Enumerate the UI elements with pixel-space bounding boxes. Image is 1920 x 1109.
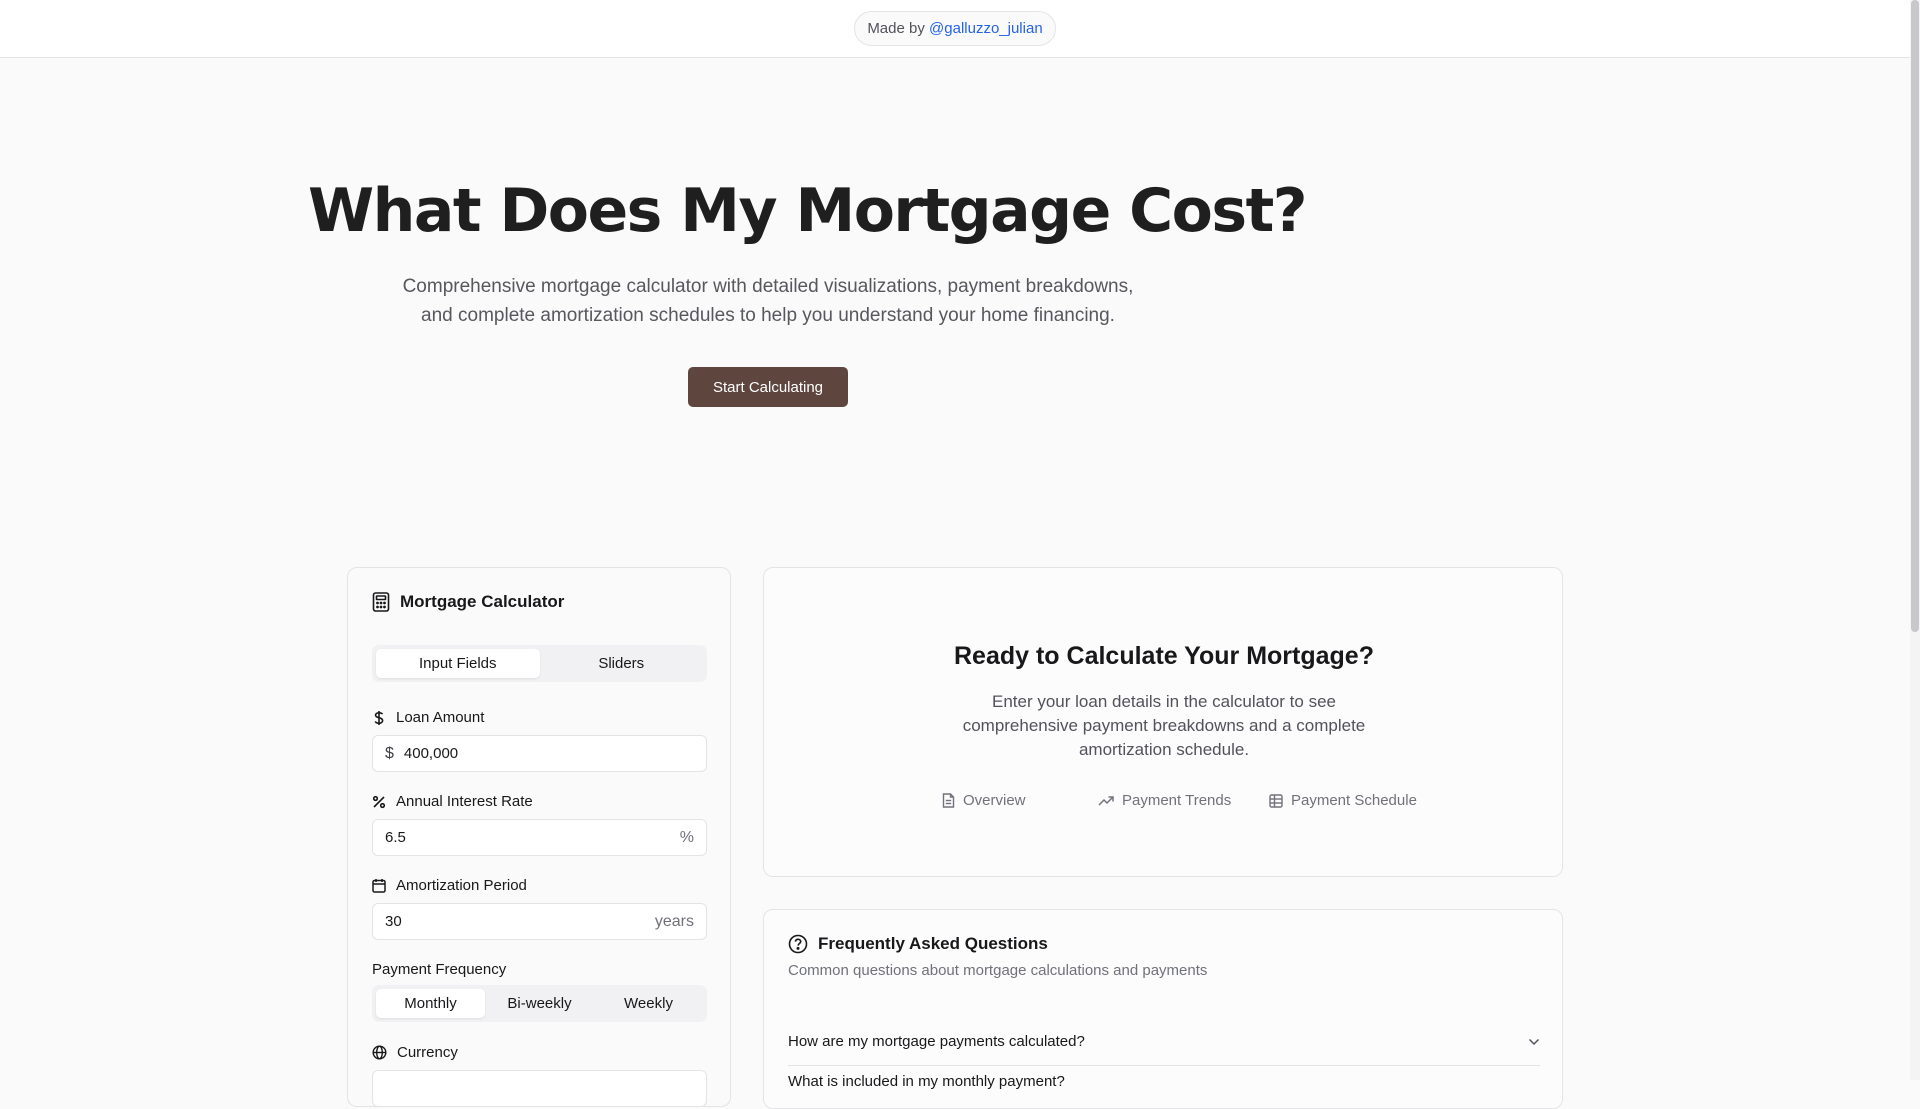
currency-label: Currency bbox=[372, 1044, 458, 1061]
percent-icon bbox=[372, 795, 386, 809]
table-icon bbox=[1269, 793, 1283, 808]
payment-trends-link: Payment Trends bbox=[1098, 792, 1231, 809]
interest-rate-label: Annual Interest Rate bbox=[372, 793, 533, 810]
file-text-icon bbox=[942, 793, 955, 808]
made-by-badge: Made by @galluzzo_julian bbox=[854, 11, 1056, 46]
payment-frequency-tabs: Monthly Bi-weekly Weekly bbox=[372, 985, 707, 1022]
ready-description-line: amortization schedule. bbox=[1078, 740, 1250, 759]
faq-question: How are my mortgage payments calculated? bbox=[788, 1033, 1085, 1050]
amortization-label: Amortization Period bbox=[372, 877, 527, 894]
years-suffix: years bbox=[654, 912, 694, 930]
faq-header: Frequently Asked Questions bbox=[788, 934, 1048, 954]
hero-subtitle-line: and complete amortization schedules to h… bbox=[421, 305, 1115, 326]
interest-rate-value[interactable]: 6.5 bbox=[385, 829, 680, 846]
scrollbar-thumb[interactable] bbox=[1911, 0, 1919, 632]
ready-to-calculate-card: Ready to Calculate Your Mortgage? Enter … bbox=[763, 567, 1563, 877]
currency-prefix: $ bbox=[385, 744, 394, 762]
hero-subtitle: Comprehensive mortgage calculator with d… bbox=[368, 272, 1168, 330]
amortization-label-text: Amortization Period bbox=[396, 877, 527, 894]
payment-schedule-label: Payment Schedule bbox=[1291, 792, 1417, 809]
faq-subtitle: Common questions about mortgage calculat… bbox=[788, 962, 1208, 979]
ready-description: Enter your loan details in the calculato… bbox=[954, 690, 1374, 762]
payment-schedule-link: Payment Schedule bbox=[1269, 792, 1417, 809]
payment-frequency-label-text: Payment Frequency bbox=[372, 961, 507, 978]
page-scrollbar[interactable] bbox=[1910, 0, 1920, 1080]
faq-title: Frequently Asked Questions bbox=[818, 934, 1048, 953]
hero-title: What Does My Mortgage Cost? bbox=[308, 176, 1308, 246]
faq-card: Frequently Asked Questions Common questi… bbox=[763, 909, 1563, 1109]
loan-amount-input[interactable]: $ 400,000 bbox=[372, 735, 707, 772]
calculator-title: Mortgage Calculator bbox=[400, 592, 565, 611]
globe-icon bbox=[372, 1045, 387, 1060]
trending-up-icon bbox=[1098, 795, 1114, 807]
help-circle-icon bbox=[788, 934, 808, 954]
currency-select[interactable] bbox=[372, 1070, 707, 1107]
interest-rate-label-text: Annual Interest Rate bbox=[396, 793, 533, 810]
frequency-bi-weekly[interactable]: Bi-weekly bbox=[485, 989, 594, 1018]
overview-link: Overview bbox=[942, 792, 1026, 809]
made-by-label: Made by bbox=[867, 20, 925, 37]
frequency-monthly[interactable]: Monthly bbox=[376, 989, 485, 1018]
currency-label-text: Currency bbox=[397, 1044, 458, 1061]
interest-rate-input[interactable]: 6.5 % bbox=[372, 819, 707, 856]
author-link[interactable]: @galluzzo_julian bbox=[929, 20, 1043, 37]
faq-item[interactable]: What is included in my monthly payment? bbox=[788, 1073, 1065, 1090]
amortization-value[interactable]: 30 bbox=[385, 913, 655, 930]
tab-sliders[interactable]: Sliders bbox=[540, 649, 704, 678]
ready-description-line: comprehensive payment breakdowns and a c… bbox=[962, 716, 1366, 735]
tab-input-fields[interactable]: Input Fields bbox=[376, 649, 540, 678]
percent-suffix: % bbox=[679, 828, 694, 846]
top-bar: Made by @galluzzo_julian bbox=[0, 0, 1910, 58]
mortgage-calculator-card: Mortgage Calculator Input Fields Sliders… bbox=[347, 567, 731, 1107]
calculator-header: Mortgage Calculator bbox=[372, 592, 564, 612]
payment-trends-label: Payment Trends bbox=[1122, 792, 1232, 809]
payment-frequency-label: Payment Frequency bbox=[372, 961, 506, 978]
faq-item[interactable]: How are my mortgage payments calculated? bbox=[788, 1018, 1540, 1066]
loan-amount-value[interactable]: 400,000 bbox=[404, 745, 694, 762]
loan-amount-label: Loan Amount bbox=[372, 709, 484, 726]
loan-amount-label-text: Loan Amount bbox=[396, 709, 485, 726]
ready-description-line: Enter your loan details in the calculato… bbox=[992, 692, 1336, 711]
ready-title: Ready to Calculate Your Mortgage? bbox=[954, 642, 1374, 670]
dollar-sign-icon bbox=[372, 710, 386, 726]
amortization-input[interactable]: 30 years bbox=[372, 903, 707, 940]
calendar-icon bbox=[372, 878, 386, 893]
frequency-weekly[interactable]: Weekly bbox=[594, 989, 703, 1018]
start-calculating-button[interactable]: Start Calculating bbox=[688, 367, 848, 407]
calculator-icon bbox=[372, 592, 390, 612]
input-mode-tabs: Input Fields Sliders bbox=[372, 645, 707, 682]
faq-question: What is included in my monthly payment? bbox=[788, 1073, 1065, 1090]
hero-subtitle-line: Comprehensive mortgage calculator with d… bbox=[402, 276, 1134, 297]
overview-label: Overview bbox=[963, 792, 1026, 809]
chevron-down-icon bbox=[1528, 1038, 1540, 1046]
